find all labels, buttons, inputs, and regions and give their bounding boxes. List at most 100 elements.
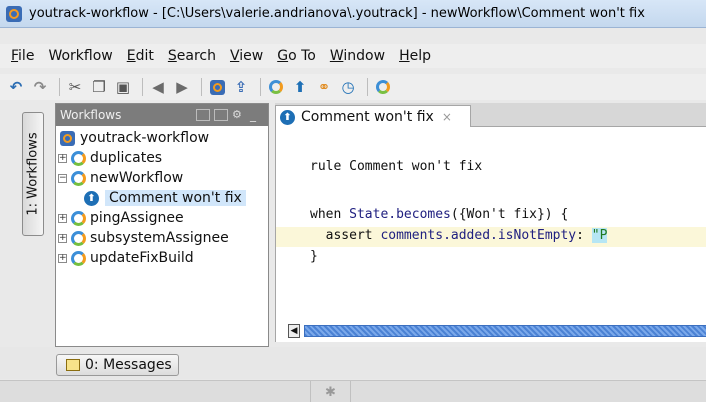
code-line-1: rule Comment won't fix (310, 159, 483, 174)
close-icon[interactable]: × (442, 110, 452, 124)
workflow-icon (71, 210, 86, 226)
rule-icon[interactable]: ⬆ (290, 77, 310, 97)
redo-icon[interactable]: ↷ (30, 77, 50, 97)
assert-expression: comments.added.isNotEmpty (380, 228, 577, 243)
title-bar: youtrack-workflow - [C:\Users\valerie.an… (0, 0, 706, 28)
workflows-tool-tab[interactable]: 1: Workflows (22, 112, 44, 236)
keyword-assert: assert (310, 228, 381, 243)
app-icon (6, 5, 22, 22)
toolbar-separator (59, 78, 60, 96)
menu-mnemonic: H (399, 48, 410, 64)
collapse-icon[interactable]: − (58, 173, 67, 183)
messages-tool-button[interactable]: 0: Messages (56, 354, 179, 376)
scrollbar-thumb[interactable] (304, 325, 706, 337)
youtrack-icon[interactable] (207, 77, 227, 97)
menu-label: dit (135, 48, 154, 64)
collapse-all-icon[interactable] (214, 109, 228, 121)
main-toolbar: ↶ ↷ ✂ ❐ ▣ ◀ ▶ ⇪ ⬆ ⚭ ◷ (0, 74, 706, 100)
state-becomes: State.becomes (349, 207, 451, 222)
menu-label: Workflow (48, 48, 113, 64)
tree-node-label: newWorkflow (90, 170, 184, 186)
tree-node[interactable]: − newWorkflow (56, 168, 268, 188)
menu-mnemonic: F (11, 48, 19, 64)
menu-edit[interactable]: Edit (120, 48, 161, 64)
link-icon[interactable]: ⚭ (314, 77, 334, 97)
expand-all-icon[interactable] (196, 109, 210, 121)
workflow-icon (71, 170, 86, 186)
expand-icon[interactable]: + (58, 213, 67, 223)
code-text: ({Won't fix}) { (450, 207, 569, 222)
keyword-when: when (310, 207, 350, 222)
hide-panel-icon[interactable]: _ (250, 109, 264, 121)
cut-icon[interactable]: ✂ (65, 77, 85, 97)
expand-icon[interactable]: + (58, 153, 67, 163)
tree-node-label: Comment won't fix (105, 190, 246, 206)
project-icon (60, 130, 75, 146)
tree-node[interactable]: + subsystemAssignee (56, 228, 268, 248)
upload-icon[interactable]: ⇪ (231, 77, 251, 97)
memory-indicator-icon[interactable]: ✱ (325, 385, 336, 400)
menu-go-to[interactable]: Go To (270, 48, 323, 64)
tree-node-label: subsystemAssignee (90, 230, 229, 246)
window-title: youtrack-workflow - [C:\Users\valerie.an… (29, 6, 645, 21)
tree-node-label: updateFixBuild (90, 250, 194, 266)
string-literal: "P (591, 228, 608, 243)
toolbar-separator (260, 78, 261, 96)
forward-icon[interactable]: ▶ (172, 77, 192, 97)
menu-label: earch (176, 48, 216, 64)
schedule-icon[interactable]: ◷ (338, 77, 358, 97)
workflows-tool-tab-label: 1: Workflows (25, 132, 41, 216)
menu-bar: File Workflow Edit Search View Go To Window Hel… (0, 44, 706, 68)
undo-icon[interactable]: ↶ (6, 77, 26, 97)
menu-window[interactable]: Window (323, 48, 392, 64)
menu-mnemonic: W (329, 48, 344, 64)
menu-label: iew (239, 48, 264, 64)
copy-icon[interactable]: ❐ (89, 77, 109, 97)
tree-node-label: pingAssignee (90, 210, 184, 226)
tree-node[interactable]: youtrack-workflow (56, 128, 268, 148)
messages-label: 0: Messages (85, 357, 172, 373)
scroll-left-icon[interactable]: ◀ (288, 324, 300, 338)
menu-mnemonic: G (277, 48, 289, 64)
menu-label: elp (409, 48, 431, 64)
horizontal-scrollbar[interactable]: ◀ (275, 320, 706, 342)
tree-node[interactable]: + updateFixBuild (56, 248, 268, 268)
workflows-panel-title: Workflows (60, 108, 122, 122)
toolbar-separator (201, 78, 202, 96)
menu-label: indow (343, 48, 386, 64)
menu-mnemonic: S (167, 48, 177, 64)
workflow-icon (71, 230, 86, 246)
back-icon[interactable]: ◀ (148, 77, 168, 97)
workflow-icon (71, 150, 86, 166)
menu-mnemonic: V (229, 48, 240, 64)
paste-icon[interactable]: ▣ (113, 77, 133, 97)
attach-workflow-icon[interactable] (373, 77, 393, 97)
menu-mnemonic: E (126, 48, 136, 64)
expand-icon[interactable]: + (58, 253, 67, 263)
code-text: : (576, 228, 592, 243)
workflows-tree: youtrack-workflow + duplicates − newWorkflow… (56, 126, 268, 268)
workflows-panel-header: Workflows ⚙ _ (56, 104, 268, 126)
menu-file[interactable]: File (4, 48, 41, 64)
editor-tab-strip: ⬆ Comment won't fix × (275, 103, 706, 128)
status-bar: ✱ (0, 380, 706, 402)
expand-icon[interactable]: + (58, 233, 67, 243)
menu-label: ile (18, 48, 35, 64)
menu-workflow[interactable]: Workflow (41, 48, 119, 64)
toolbar-separator (142, 78, 143, 96)
tab-comment-wont-fix[interactable]: ⬆ Comment won't fix × (275, 105, 471, 128)
tree-node-label: youtrack-workflow (80, 130, 210, 146)
tree-node-label: duplicates (90, 150, 163, 166)
menu-help[interactable]: Help (392, 48, 438, 64)
menu-search[interactable]: Search (161, 48, 223, 64)
workflow-icon (71, 250, 86, 266)
tree-node[interactable]: + duplicates (56, 148, 268, 168)
settings-icon[interactable]: ⚙ (232, 109, 246, 121)
code-editor[interactable]: rule Comment won't fix when State.become… (275, 127, 706, 320)
code-line-3: assert comments.added.isNotEmpty: "P (310, 228, 608, 243)
tree-node[interactable]: + pingAssignee (56, 208, 268, 228)
workflows-panel: Workflows ⚙ _ youtrack-workflow + duplicat… (55, 103, 269, 347)
menu-view[interactable]: View (223, 48, 270, 64)
workflow-icon[interactable] (266, 77, 286, 97)
tree-node[interactable]: ⬆ Comment won't fix (56, 188, 268, 208)
